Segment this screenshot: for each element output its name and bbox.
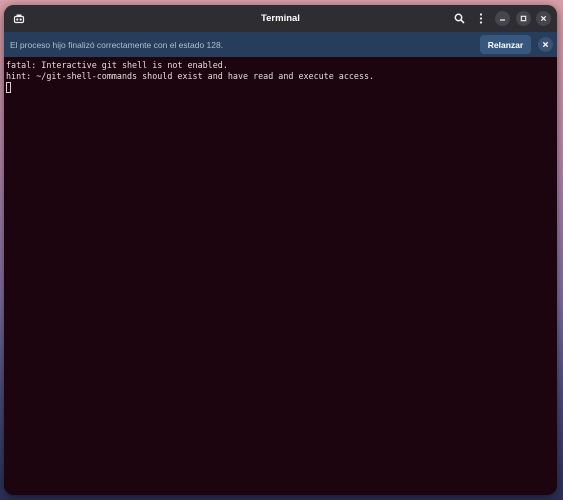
infobar-close-icon[interactable] — [538, 37, 553, 52]
new-tab-icon[interactable] — [9, 9, 28, 28]
minimize-icon[interactable] — [495, 11, 510, 26]
menu-icon[interactable] — [471, 9, 490, 28]
maximize-icon[interactable] — [516, 11, 531, 26]
terminal-cursor — [6, 82, 11, 93]
close-icon[interactable] — [536, 11, 551, 26]
relaunch-button[interactable]: Relanzar — [480, 35, 531, 54]
terminal-window: Terminal El proceso hijo finalizó correc… — [4, 5, 557, 495]
terminal-line: fatal: Interactive git shell is not enab… — [6, 60, 228, 70]
terminal-line: hint: ~/git-shell-commands should exist … — [6, 71, 375, 81]
headerbar: Terminal — [4, 5, 557, 32]
terminal-output[interactable]: fatal: Interactive git shell is not enab… — [4, 57, 557, 495]
search-icon[interactable] — [450, 9, 469, 28]
process-exited-infobar: El proceso hijo finalizó correctamente c… — [4, 32, 557, 57]
infobar-message: El proceso hijo finalizó correctamente c… — [10, 39, 224, 50]
